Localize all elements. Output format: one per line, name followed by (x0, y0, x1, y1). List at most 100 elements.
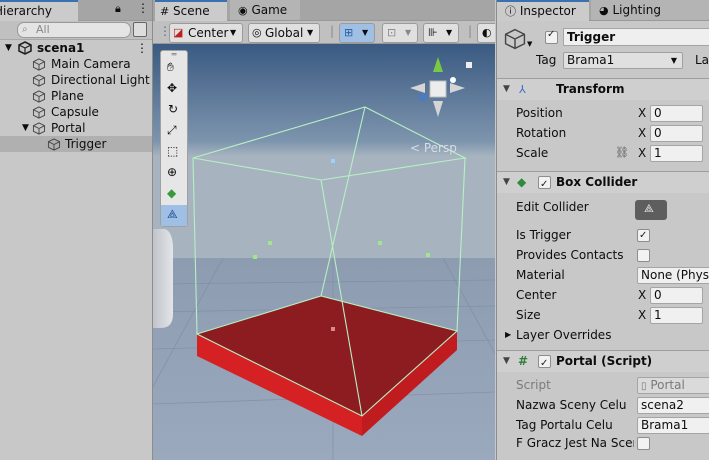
fold-arrow-icon[interactable]: ▼ (503, 351, 510, 372)
hierarchy-search-input[interactable]: ⌕ All (17, 22, 131, 38)
scene-menu-icon[interactable]: ⋮ (136, 40, 148, 56)
tag-dropdown[interactable]: Brama1 ▼ (563, 52, 683, 69)
pivot-mode-dropdown[interactable]: ◪ Center ▼ (169, 23, 243, 43)
kebab-menu-icon[interactable]: ⋮ (137, 1, 149, 15)
is-trigger-checkbox[interactable] (637, 227, 650, 245)
size-x-field[interactable]: 1 (650, 307, 703, 324)
increment-snap-icon: ⊡ (387, 26, 397, 39)
hierarchy-item-capsule[interactable]: Capsule (0, 104, 152, 120)
toolbar-divider: | (330, 24, 335, 38)
hierarchy-item-portal[interactable]: ▼ Portal (0, 120, 152, 136)
transform-title: Transform (556, 82, 625, 96)
collider-handle (331, 159, 335, 163)
expand-arrow-icon[interactable]: ▼ (5, 40, 12, 56)
lock-icon[interactable]: 🔒︎ (115, 2, 121, 16)
gracz-jest-na-scenie-checkbox[interactable] (637, 437, 650, 450)
provides-contacts-row: Provides Contacts (497, 246, 709, 264)
scene-viewport[interactable]: < Persp ═ ✋︎ ✥ ↻ ⤢ ⬚ ⊕ ◆ ⟁ (153, 44, 495, 460)
green-cube-icon: ◆ (167, 186, 177, 200)
scene-render[interactable] (153, 44, 495, 460)
x-axis-label: X (638, 126, 647, 140)
persp-label[interactable]: < Persp (410, 141, 457, 155)
grid-snap-icon: ⊞ (344, 26, 354, 39)
rotation-row: Rotation X 0 (497, 124, 709, 142)
scene-tab-label: Scene (173, 4, 210, 18)
chevron-down-icon[interactable]: ▼ (527, 40, 532, 48)
hierarchy-item-label: Trigger (65, 137, 107, 151)
rect-icon: ⬚ (167, 144, 179, 158)
tag-portalu-celu-field[interactable]: Brama1 (637, 417, 709, 434)
collider-handle (426, 253, 430, 257)
bulb-icon: ◕ (599, 4, 609, 17)
increment-snap-button[interactable]: ⊡ ▼ (382, 23, 418, 43)
hierarchy-item-label: Main Camera (51, 57, 131, 71)
hierarchy-item-trigger[interactable]: Trigger (0, 136, 152, 152)
rotate-tool-button[interactable]: ↻ (161, 100, 187, 121)
nazwa-sceny-celu-field[interactable]: scena2 (637, 397, 709, 414)
portal-script-title: Portal (Script) (556, 354, 653, 368)
fold-arrow-icon[interactable]: ▼ (503, 172, 510, 193)
portal-script-enabled-checkbox[interactable] (538, 353, 551, 374)
draw-mode-button[interactable]: ◐ (477, 23, 495, 43)
pivot-icon: ◪ (173, 26, 184, 39)
rotation-x-field[interactable]: 0 (650, 125, 703, 142)
position-x-field[interactable]: 0 (650, 105, 703, 122)
layer-overrides-row[interactable]: ▶ Layer Overrides (497, 326, 709, 344)
filter-icon[interactable] (133, 22, 147, 37)
size-row: Size X 1 (497, 306, 709, 324)
grid-icon: # (160, 5, 170, 18)
tab-hierarchy[interactable]: Hierarchy (0, 0, 78, 21)
move-tool-button[interactable]: ✥ (161, 79, 187, 100)
scene-tools-overlay: ═ ✋︎ ✥ ↻ ⤢ ⬚ ⊕ ◆ ⟁ (160, 50, 188, 227)
portal-script-header[interactable]: ▼ # Portal (Script) (497, 350, 709, 374)
link-icon[interactable]: ⛓︎ (615, 144, 629, 162)
grid-snap-button[interactable]: ⊞ ▼ (339, 23, 375, 43)
hierarchy-item-plane[interactable]: Plane (0, 88, 152, 104)
hierarchy-item-main-camera[interactable]: Main Camera (0, 56, 152, 72)
provides-contacts-checkbox[interactable] (637, 249, 650, 262)
custom-tool-button[interactable]: ◆ (161, 184, 187, 205)
transform-header[interactable]: ▼ ⅄ Transform (497, 78, 709, 100)
space-mode-dropdown[interactable]: ◎ Global ▼ (248, 23, 320, 43)
collider-handle (268, 241, 272, 245)
scale-tool-button[interactable]: ⤢ (161, 121, 187, 142)
fold-arrow-icon[interactable]: ▶ (505, 326, 511, 344)
scale-x-field[interactable]: 1 (650, 145, 703, 162)
gameobject-icon (32, 74, 46, 87)
gameobject-icon (47, 138, 61, 151)
chevron-down-icon: ▼ (307, 28, 314, 37)
edit-collider-label: Edit Collider (516, 200, 589, 214)
tab-lighting[interactable]: ◕ Lighting (591, 0, 709, 20)
hand-tool-button[interactable]: ✋︎ (161, 58, 187, 79)
tab-game[interactable]: ◉ Game (230, 0, 300, 20)
edit-collider-button[interactable]: ⟁ (635, 200, 667, 220)
edit-collider-row: Edit Collider ⟁ (497, 198, 709, 220)
tag-portalu-celu-label: Tag Portalu Celu (516, 418, 613, 432)
overlay-drag-handle[interactable]: ═ (161, 51, 187, 59)
center-row: Center X 0 (497, 286, 709, 304)
box-collider-enabled-checkbox[interactable] (538, 174, 551, 195)
center-x-field[interactable]: 0 (650, 287, 703, 304)
scene-tabbar: # Scene ◉ Game (153, 0, 495, 21)
rect-tool-button[interactable]: ⬚ (161, 142, 187, 163)
expand-arrow-icon[interactable]: ▼ (22, 120, 29, 136)
x-axis-label: X (638, 308, 647, 322)
hierarchy-scene-row[interactable]: ▼ scena1 ⋮ (0, 40, 152, 56)
tab-inspector[interactable]: ⓘ Inspector (497, 0, 589, 21)
chevron-down-icon: ▼ (405, 28, 412, 37)
layer-label: La (695, 53, 709, 67)
tab-scene[interactable]: # Scene (155, 0, 227, 21)
box-collider-header[interactable]: ▼ ◆ Box Collider (497, 171, 709, 195)
fold-arrow-icon[interactable]: ▼ (503, 79, 510, 100)
active-checkbox[interactable] (545, 29, 558, 44)
snap-settings-button[interactable]: ⊪ ▼ (423, 23, 459, 43)
edit-collider-tool-button[interactable]: ⟁ (161, 205, 187, 226)
material-field[interactable]: None (Physic (637, 267, 709, 284)
transform-icon: ⅄ (519, 83, 526, 96)
hierarchy-item-label: Portal (51, 121, 86, 135)
transform-tool-button[interactable]: ⊕ (161, 163, 187, 184)
chevron-down-icon: ▼ (362, 28, 369, 37)
hierarchy-item-directional-light[interactable]: Directional Light (0, 72, 152, 88)
material-row: Material None (Physic (497, 266, 709, 284)
object-name-field[interactable]: Trigger (563, 28, 709, 46)
